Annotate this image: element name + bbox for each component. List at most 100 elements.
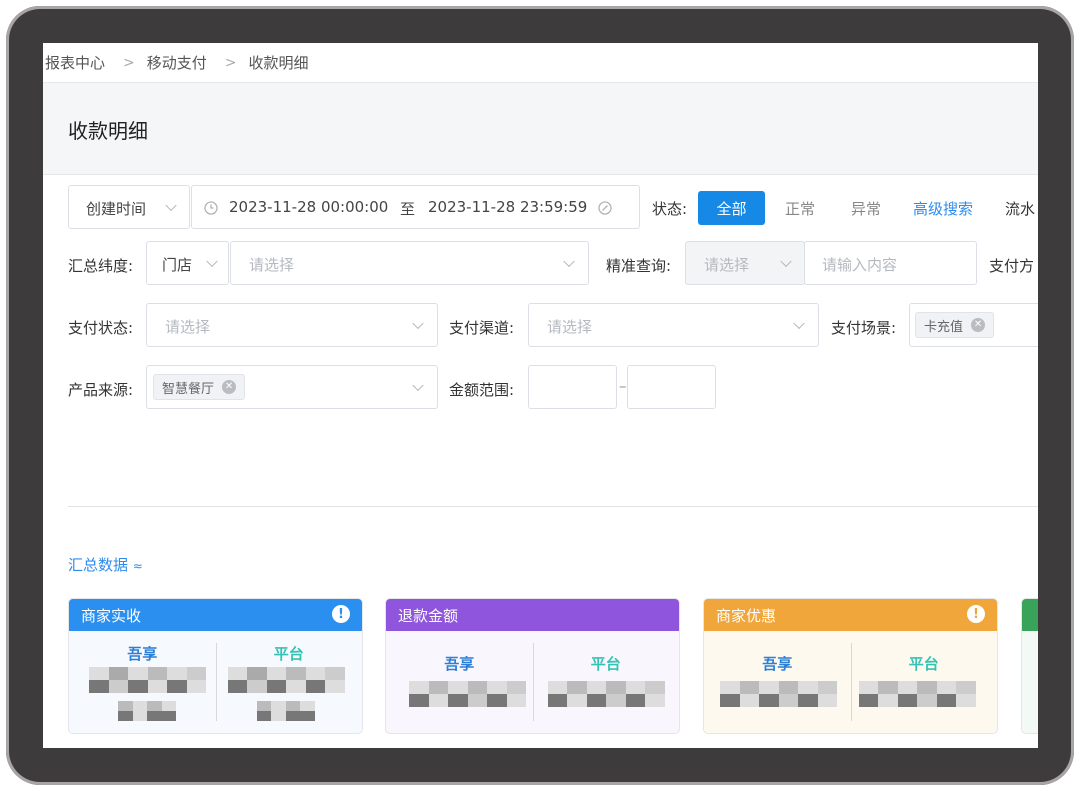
date-separator: 至 — [400, 200, 416, 218]
summary-dimension-value: 门店 — [162, 256, 193, 274]
pay-status-placeholder: 请选择 — [165, 318, 211, 336]
amount-range-label: 金额范围: — [449, 381, 515, 399]
breadcrumb-collection-detail: 收款明细 — [248, 54, 309, 72]
status-label: 状态: — [652, 200, 688, 218]
masked-value — [858, 681, 976, 707]
pay-channel-label: 支付渠道: — [449, 319, 515, 337]
card-title: 商家实收 — [81, 606, 142, 625]
pay-status-label: 支付状态: — [68, 319, 134, 337]
card-left-section: 吾享 — [69, 631, 216, 733]
time-type-value: 创建时间 — [86, 200, 147, 218]
chevron-down-icon — [793, 317, 805, 330]
card-title: 商家优惠 — [716, 606, 777, 625]
page-title: 收款明细 — [68, 119, 148, 143]
product-source-tag-label: 智慧餐厅 — [162, 381, 215, 397]
app-screen: 报表中心 > 移动支付 > 收款明细 收款明细 创建时间 2023-11-28 … — [43, 43, 1038, 748]
summary-dimension-placeholder: 请选择 — [249, 256, 295, 274]
masked-value — [409, 681, 526, 707]
card-body: 吾享 平台 — [386, 631, 679, 733]
status-abnormal-button[interactable]: 异常 — [834, 191, 898, 225]
clear-icon[interactable] — [598, 201, 612, 215]
summary-dimension-type-select[interactable]: 门店 — [146, 241, 229, 285]
masked-value — [720, 681, 837, 707]
status-all-button[interactable]: 全部 — [698, 191, 765, 225]
status-normal-button[interactable]: 正常 — [768, 191, 832, 225]
left-label: 吾享 — [762, 655, 793, 673]
summary-toggle-label: 汇总数据 — [68, 556, 129, 574]
card-body: 吾享 平台 — [69, 631, 362, 733]
left-label: 吾享 — [127, 645, 158, 663]
double-chevron-up-icon: ≈ — [132, 559, 143, 573]
close-icon[interactable]: ✕ — [971, 318, 986, 332]
amount-min-input[interactable] — [528, 365, 617, 409]
pay-scene-label: 支付场景: — [831, 319, 897, 337]
chevron-down-icon — [563, 255, 575, 268]
clock-icon — [204, 201, 218, 215]
pay-channel-select[interactable]: 请选择 — [528, 303, 819, 347]
card-left-section: 吾享 — [704, 631, 851, 733]
masked-value — [89, 667, 206, 693]
right-label: 平台 — [908, 655, 939, 673]
close-icon[interactable]: ✕ — [222, 380, 237, 394]
masked-value — [256, 701, 315, 721]
card-header: 商家优惠 ! — [704, 599, 997, 631]
card-right-section: 平台 — [533, 631, 680, 733]
pay-method-label: 支付方 — [989, 257, 1035, 275]
card-title: 退款金额 — [398, 606, 459, 625]
masked-value — [227, 667, 345, 693]
right-label: 平台 — [590, 655, 621, 673]
exact-query-input[interactable]: 请输入内容 — [804, 241, 977, 285]
info-alert-icon[interactable]: ! — [967, 605, 985, 623]
pay-scene-tag-label: 卡充值 — [924, 319, 964, 335]
pay-status-select[interactable]: 请选择 — [146, 303, 438, 347]
pay-scene-tag: 卡充值 ✕ — [915, 312, 995, 338]
card-merchant-received: 商家实收 ! 吾享 平台 — [68, 598, 363, 734]
time-type-select[interactable]: 创建时间 — [68, 185, 190, 229]
exact-query-input-placeholder: 请输入内容 — [822, 256, 898, 274]
info-alert-icon[interactable]: ! — [332, 605, 350, 623]
card-right-section: 平台 — [216, 631, 363, 733]
exact-query-field-select[interactable]: 请选择 — [685, 241, 805, 285]
flow-no-label: 流水 — [1005, 200, 1036, 218]
amount-separator: – — [619, 377, 627, 395]
right-label: 平台 — [273, 645, 304, 663]
chevron-right-icon: > — [224, 54, 237, 71]
card-partial — [1021, 598, 1038, 734]
summary-toggle[interactable]: 汇总数据 ≈ — [68, 554, 143, 575]
product-source-select[interactable]: 智慧餐厅 ✕ — [146, 365, 438, 409]
date-range-picker[interactable]: 2023-11-28 00:00:00 至 2023-11-28 23:59:5… — [191, 185, 640, 229]
date-start: 2023-11-28 00:00:00 — [229, 198, 389, 216]
chevron-down-icon — [780, 255, 792, 268]
chevron-down-icon — [206, 255, 218, 268]
product-source-label: 产品来源: — [68, 381, 134, 399]
chevron-down-icon — [165, 199, 177, 212]
date-end: 2023-11-28 23:59:59 — [428, 198, 588, 216]
card-header: 退款金额 — [386, 599, 679, 631]
card-header: 商家实收 ! — [69, 599, 362, 631]
divider — [68, 506, 1038, 507]
exact-query-label: 精准查询: — [606, 257, 672, 275]
masked-value — [547, 681, 665, 707]
chevron-down-icon — [412, 379, 424, 392]
pay-scene-select[interactable]: 卡充值 ✕ — [909, 303, 1038, 347]
card-merchant-discount: 商家优惠 ! 吾享 平台 — [703, 598, 998, 734]
advanced-search-link[interactable]: 高级搜索 — [913, 198, 973, 219]
card-left-section: 吾享 — [386, 631, 533, 733]
card-body: 吾享 平台 — [704, 631, 997, 733]
chevron-right-icon: > — [123, 54, 135, 71]
summary-dimension-label: 汇总纬度: — [68, 257, 134, 275]
amount-max-input[interactable] — [627, 365, 716, 409]
page-header: 收款明细 — [43, 83, 1038, 175]
pay-channel-placeholder: 请选择 — [547, 318, 593, 336]
breadcrumb-report-center[interactable]: 报表中心 — [45, 52, 105, 73]
breadcrumb: 报表中心 > 移动支付 > 收款明细 — [43, 43, 1038, 83]
card-refund-amount: 退款金额 吾享 平台 — [385, 598, 680, 734]
chevron-down-icon — [412, 317, 424, 330]
exact-query-select-placeholder: 请选择 — [704, 256, 750, 274]
card-header — [1022, 599, 1038, 631]
breadcrumb-mobile-pay[interactable]: 移动支付 — [147, 52, 207, 73]
summary-dimension-select[interactable]: 请选择 — [230, 241, 589, 285]
left-label: 吾享 — [444, 655, 475, 673]
product-source-tag: 智慧餐厅 ✕ — [153, 374, 246, 400]
masked-value — [118, 701, 176, 721]
